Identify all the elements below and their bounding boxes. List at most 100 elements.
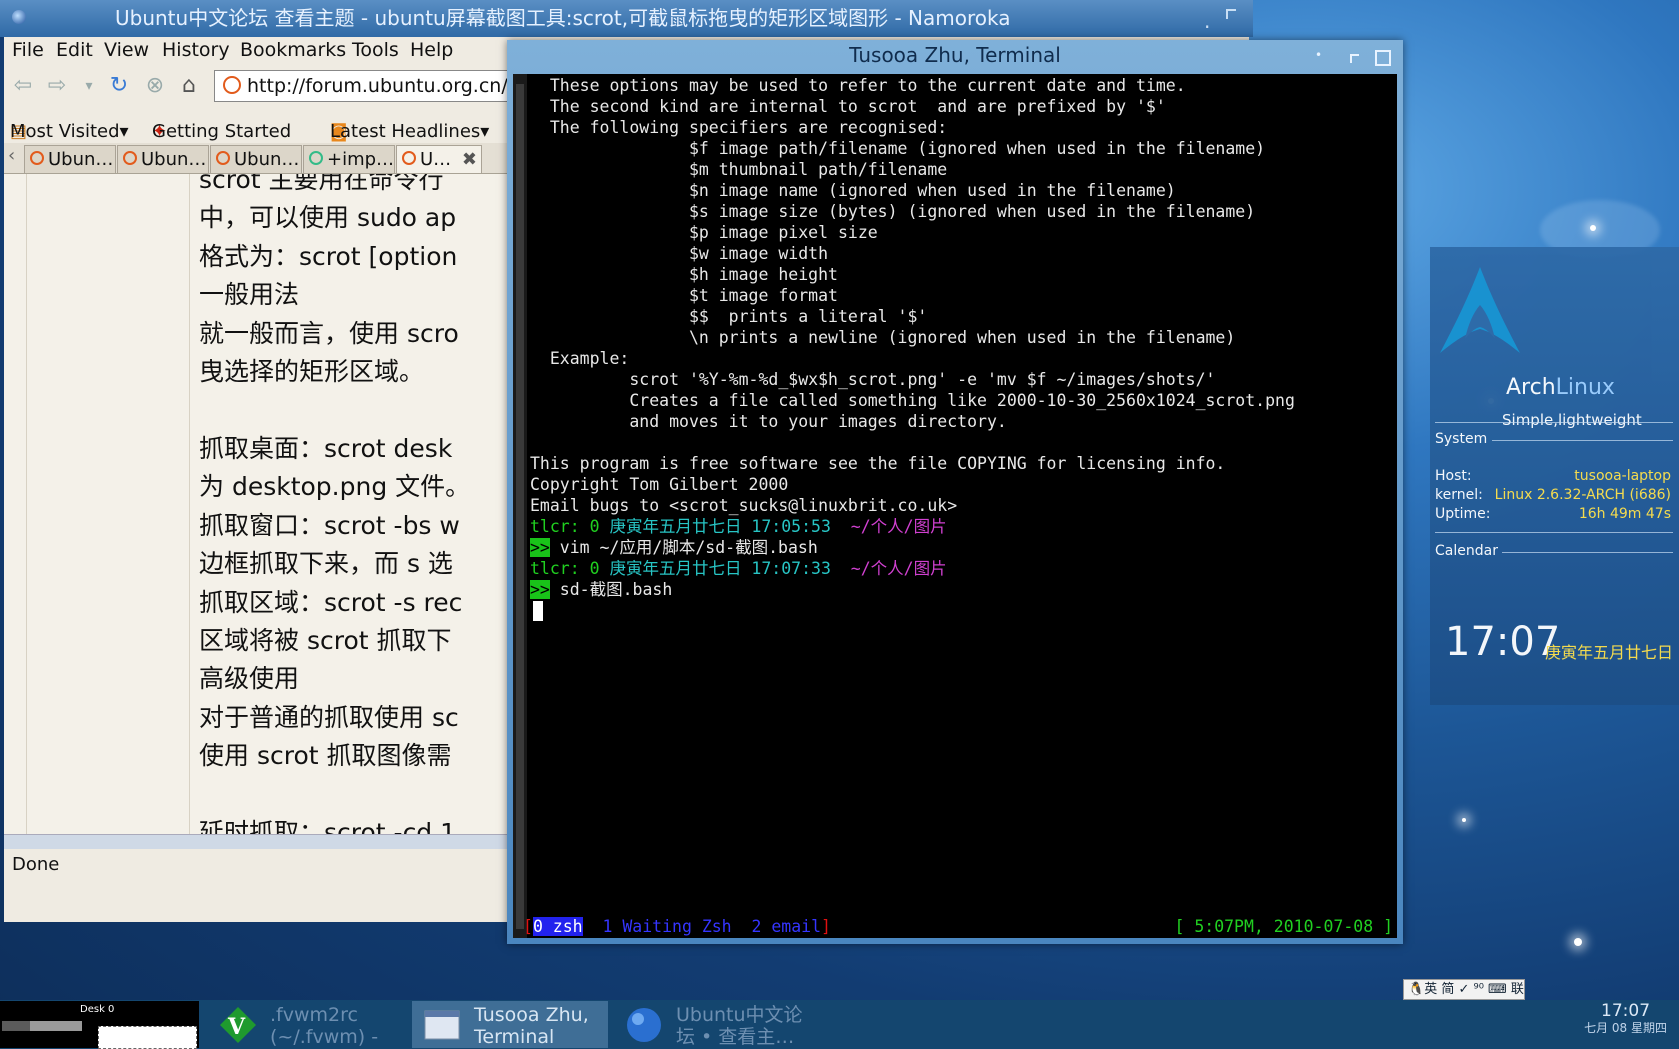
menu-bookmarks[interactable]: Bookmarks xyxy=(240,39,346,61)
browser-titlebar[interactable]: Ubuntu中文论坛 查看主题 - ubuntu屏幕截图工具:scrot,可截鼠… xyxy=(0,0,1253,39)
tab-favicon-icon xyxy=(402,151,416,165)
forward-icon[interactable]: ⇨ xyxy=(44,73,70,99)
menu-file[interactable]: File xyxy=(12,39,44,61)
task-browser[interactable]: Ubuntu中文论坛 • 查看主… xyxy=(614,1001,810,1048)
minimize-icon[interactable]: • xyxy=(1315,48,1322,62)
distro-name-arch: Arch xyxy=(1506,375,1556,400)
distro-name: ArchLinux xyxy=(1506,375,1615,400)
input-method-tray[interactable]: 🐧英 简 ✓ ⁹⁰ ⌨ 联 xyxy=(1403,979,1525,1000)
tab-favicon-icon xyxy=(123,151,137,165)
prompt-command: vim ~/应用/脚本/sd-截图.bash xyxy=(549,538,818,557)
screen-window-0[interactable]: 0 zsh xyxy=(532,917,583,936)
content-line: 一般用法 xyxy=(199,280,300,309)
tab-active[interactable]: U… ✖ xyxy=(396,145,482,173)
tab[interactable]: Ubun… xyxy=(210,145,302,173)
divider xyxy=(1492,440,1673,441)
terminal-line: $w image width xyxy=(530,244,829,263)
content-line: 为 desktop.png 文件。 xyxy=(199,472,471,501)
penguin-icon: 🐧 xyxy=(1408,982,1425,997)
scrollbar-thumb[interactable] xyxy=(516,84,524,929)
horizontal-scrollbar[interactable] xyxy=(4,834,524,849)
status-bar: Done xyxy=(4,850,524,880)
content-divider xyxy=(26,174,27,834)
terminal-line: $h image height xyxy=(530,265,838,284)
content-line: 抓取窗口：scrot -bs w xyxy=(199,511,460,540)
reload-icon[interactable]: ↻ xyxy=(106,73,132,99)
tab-label: Ubun… xyxy=(141,149,207,170)
distro-name-linux: Linux xyxy=(1555,375,1615,400)
desktop-star xyxy=(1590,225,1596,231)
taskbar: Desk 0 V .fvwm2rc (~/.fvwm) - GVIM Tusoo… xyxy=(0,1000,1679,1049)
task-label: Tusooa Zhu, Terminal xyxy=(474,1004,589,1048)
pager-window[interactable] xyxy=(30,1021,82,1031)
tab-scroll-left-icon[interactable]: ‹ xyxy=(8,145,15,166)
info-value: tusooa-laptop xyxy=(1574,468,1671,484)
content-line: scrot 主要用在命令行 xyxy=(199,174,444,194)
menu-help[interactable]: Help xyxy=(410,39,453,61)
tab[interactable]: +imp… xyxy=(303,145,395,173)
terminal-line: $m thumbnail path/filename xyxy=(530,160,948,179)
screen-window-1[interactable]: 1 Waiting Zsh xyxy=(583,917,752,936)
task-gvim[interactable]: V .fvwm2rc (~/.fvwm) - GVIM xyxy=(208,1001,408,1048)
tab-favicon-icon xyxy=(216,151,230,165)
divider xyxy=(1435,532,1673,533)
bar-bracket: ] xyxy=(821,917,831,936)
content-line: 抓取桌面：scrot desk xyxy=(199,434,453,463)
tab-label: Ubun… xyxy=(234,149,300,170)
screen-clock: [ 5:07PM, 2010-07-08 ] xyxy=(1174,917,1393,936)
tab[interactable]: Ubun… xyxy=(24,145,116,173)
tab-label: U… xyxy=(420,149,452,170)
maximize-icon[interactable] xyxy=(1226,9,1236,19)
prompt-path: ~/个人/图片 xyxy=(850,559,947,578)
taskbar-clock[interactable]: 17:07 七月 08 星期四 xyxy=(1584,1002,1667,1036)
content-line: 格式为：scrot [option xyxy=(199,242,458,271)
menu-view[interactable]: View xyxy=(104,39,149,61)
tab[interactable]: Ubun… xyxy=(117,145,209,173)
arch-logo-icon xyxy=(1440,267,1520,353)
terminal-scrollbar[interactable] xyxy=(513,74,527,938)
stop-icon[interactable]: ⊗ xyxy=(142,73,168,99)
app-menu-icon[interactable] xyxy=(12,10,26,24)
prompt-path: ~/个人/图片 xyxy=(850,517,947,536)
task-terminal[interactable]: Tusooa Zhu, Terminal xyxy=(412,1001,608,1048)
desktop-star xyxy=(1462,818,1466,822)
maximize-icon[interactable] xyxy=(1375,50,1391,66)
terminal-screen[interactable]: These options may be used to refer to th… xyxy=(513,74,1397,938)
screen-window-2[interactable]: 2 email xyxy=(752,917,822,936)
content-line: 对于普通的抓取使用 sc xyxy=(199,703,459,732)
minimize-icon[interactable]: · xyxy=(1204,9,1217,39)
terminal-line: \n prints a newline (ignored when used i… xyxy=(530,328,1236,347)
history-dropdown-icon[interactable]: ▾ xyxy=(76,73,102,99)
lunar-date: 庚寅年五月廿七日 xyxy=(1545,643,1674,662)
terminal-title[interactable]: Tusooa Zhu, Terminal xyxy=(507,43,1403,67)
bookmark-label: Getting Started xyxy=(152,121,292,142)
info-key: Host: xyxy=(1435,468,1472,484)
menu-history[interactable]: History xyxy=(162,39,230,61)
menu-edit[interactable]: Edit xyxy=(56,39,93,61)
tab-favicon-icon xyxy=(30,151,44,165)
pager-window[interactable] xyxy=(2,1021,30,1031)
back-icon[interactable]: ⇦ xyxy=(10,73,36,99)
prompt-status-line: tlcr: 0 庚寅年五月廿七日 17:07:33 ~/个人/图片 xyxy=(530,558,947,579)
desk-pager[interactable]: Desk 0 xyxy=(0,1001,199,1049)
terminal-line: Email bugs to <scrot_sucks@linuxbrit.co.… xyxy=(530,496,958,515)
terminal-cursor xyxy=(533,601,543,621)
prompt-status: tlcr: 0 xyxy=(530,517,600,536)
close-tab-icon[interactable]: ✖ xyxy=(462,146,477,173)
globe-icon xyxy=(627,1008,661,1042)
screen-status-bar: [0 zsh 1 Waiting Zsh 2 email] [ 5:07PM, 2… xyxy=(523,916,1393,937)
status-text: Done xyxy=(12,854,60,875)
pager-viewport[interactable] xyxy=(98,1026,197,1049)
home-icon[interactable]: ⌂ xyxy=(176,73,202,99)
terminal-line: $p image pixel size xyxy=(530,223,878,242)
conky-panel: ArchLinux Simple,lightweight System Host… xyxy=(1430,247,1679,705)
ime-status[interactable]: 英 简 ✓ ⁹⁰ ⌨ 联 xyxy=(1424,982,1524,997)
tab-label: Ubun… xyxy=(48,149,114,170)
svg-text:V: V xyxy=(227,1014,246,1040)
info-row-kernel: kernel: Linux 2.6.32-ARCH (i686) xyxy=(1435,487,1671,503)
info-value: Linux 2.6.32-ARCH (i686) xyxy=(1494,487,1671,503)
restore-icon[interactable] xyxy=(1350,54,1359,63)
prompt-status: tlcr: 0 xyxy=(530,559,600,578)
menu-tools[interactable]: Tools xyxy=(352,39,399,61)
site-favicon-icon xyxy=(223,76,241,94)
